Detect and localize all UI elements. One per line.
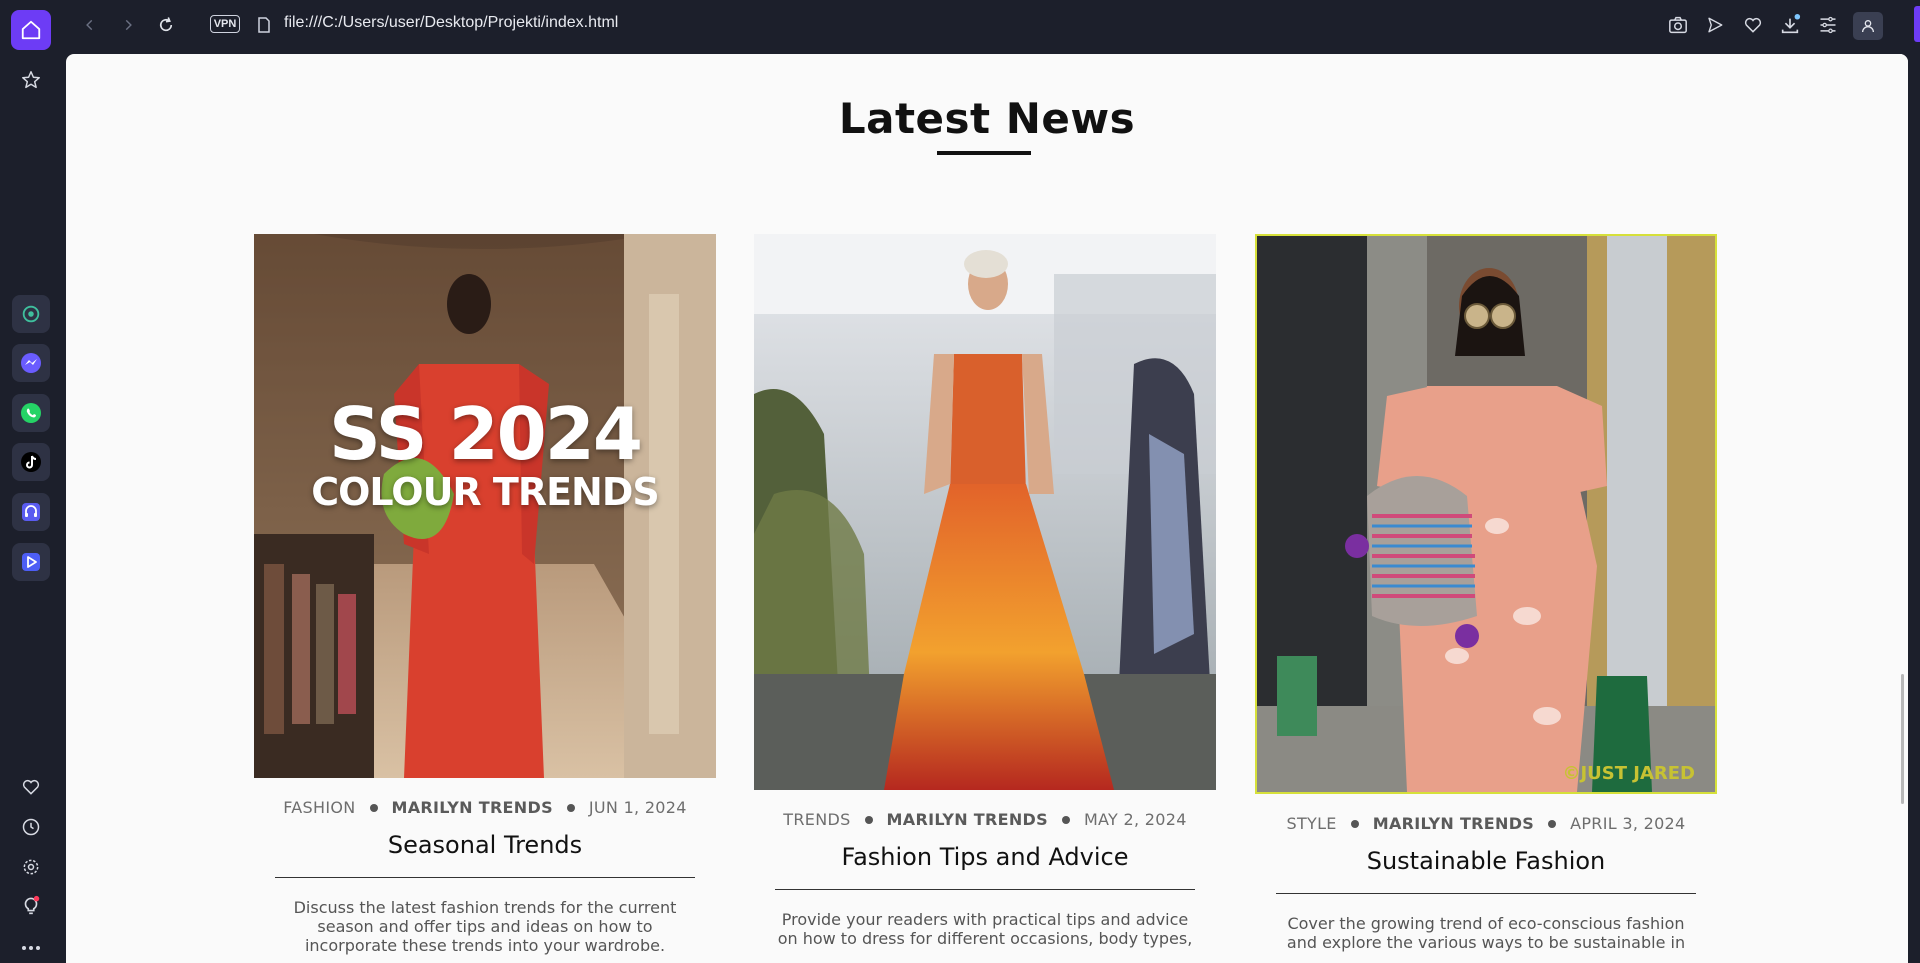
vpn-badge[interactable]: VPN	[210, 15, 240, 33]
card-category[interactable]: FASHION	[283, 798, 355, 817]
overlay-headline: SS 2024	[329, 392, 643, 476]
whatsapp-icon[interactable]	[12, 394, 50, 432]
browser-sidebar	[0, 0, 62, 963]
forward-icon[interactable]	[116, 13, 140, 37]
music-icon[interactable]	[12, 493, 50, 531]
card-category[interactable]: STYLE	[1286, 814, 1336, 833]
address-bar[interactable]: file:///C:/Users/user/Desktop/Projekti/i…	[284, 14, 618, 32]
page-scrollbar[interactable]	[1896, 54, 1908, 963]
overlay-subheadline: COLOUR TRENDS	[311, 470, 660, 514]
card-title[interactable]: Fashion Tips and Advice	[754, 843, 1216, 871]
sidebar-toggle[interactable]	[1914, 6, 1920, 42]
heart-icon[interactable]	[1741, 13, 1765, 37]
card-meta: TRENDS MARILYN TRENDS MAY 2, 2024	[754, 810, 1216, 829]
card-title[interactable]: Sustainable Fashion	[1255, 847, 1717, 875]
image-watermark: ©JUST JARED	[1562, 763, 1695, 784]
card-image[interactable]: ©JUST JARED	[1255, 234, 1717, 794]
profile-icon[interactable]	[1853, 12, 1883, 40]
tiktok-icon[interactable]	[12, 443, 50, 481]
page-viewport: Latest News SS 2024 COLOUR TRENDS FASHIO…	[66, 54, 1908, 963]
send-icon[interactable]	[1703, 13, 1727, 37]
card-divider	[1276, 893, 1696, 894]
file-icon	[252, 13, 276, 37]
card-date: MAY 2, 2024	[1083, 810, 1187, 829]
card-date: APRIL 3, 2024	[1570, 814, 1686, 833]
heart-icon[interactable]	[19, 775, 43, 799]
scrollbar-thumb[interactable]	[1901, 674, 1904, 804]
title-underline	[937, 151, 1031, 155]
card-image[interactable]	[754, 234, 1216, 790]
card-title[interactable]: Seasonal Trends	[254, 831, 716, 859]
browser-toolbar: VPN file:///C:/Users/user/Desktop/Projek…	[62, 0, 1920, 50]
card-image[interactable]: SS 2024 COLOUR TRENDS	[254, 234, 716, 778]
download-icon[interactable]	[1778, 13, 1802, 37]
card-divider	[775, 889, 1195, 890]
card-description: Cover the growing trend of eco-conscious…	[1286, 914, 1686, 952]
meta-separator	[1548, 819, 1557, 828]
reload-icon[interactable]	[154, 13, 178, 37]
card-description: Discuss the latest fashion trends for th…	[293, 898, 677, 955]
meta-separator	[864, 815, 873, 824]
news-card[interactable]: ©JUST JARED STYLE MARILYN TRENDS APRIL 3…	[1255, 234, 1717, 952]
card-author[interactable]: MARILYN TRENDS	[1373, 814, 1534, 833]
back-icon[interactable]	[78, 13, 102, 37]
card-meta: FASHION MARILYN TRENDS JUN 1, 2024	[254, 798, 716, 817]
meta-separator	[1350, 819, 1359, 828]
meta-separator	[1061, 815, 1070, 824]
meta-separator	[566, 803, 575, 812]
home-icon[interactable]	[11, 10, 51, 50]
section-title: Latest News	[838, 94, 1136, 143]
more-icon[interactable]	[19, 936, 43, 960]
card-category[interactable]: TRENDS	[783, 810, 850, 829]
star-icon[interactable]	[19, 68, 43, 92]
history-icon[interactable]	[19, 815, 43, 839]
news-card[interactable]: TRENDS MARILYN TRENDS MAY 2, 2024 Fashio…	[754, 234, 1216, 948]
camera-icon[interactable]	[1666, 13, 1690, 37]
lightbulb-icon[interactable]	[19, 894, 43, 918]
card-meta: STYLE MARILYN TRENDS APRIL 3, 2024	[1255, 814, 1717, 833]
player-icon[interactable]	[12, 543, 50, 581]
news-card[interactable]: SS 2024 COLOUR TRENDS FASHION MARILYN TR…	[254, 234, 716, 955]
card-date: JUN 1, 2024	[588, 798, 687, 817]
chatgpt-icon[interactable]	[12, 295, 50, 333]
card-author[interactable]: MARILYN TRENDS	[887, 810, 1048, 829]
card-description: Provide your readers with practical tips…	[777, 910, 1193, 948]
meta-separator	[369, 803, 378, 812]
easy-setup-icon[interactable]	[1816, 13, 1840, 37]
card-author[interactable]: MARILYN TRENDS	[392, 798, 553, 817]
card-divider	[275, 877, 695, 878]
settings-icon[interactable]	[19, 855, 43, 879]
messenger-icon[interactable]	[12, 344, 50, 382]
